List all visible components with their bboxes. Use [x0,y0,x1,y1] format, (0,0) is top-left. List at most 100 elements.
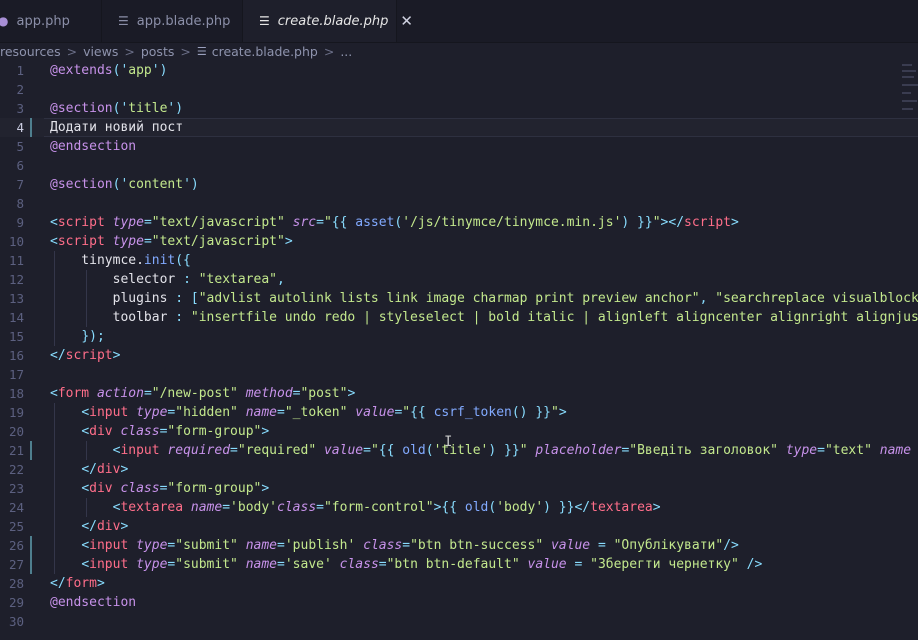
code-line[interactable]: 20 <div class="form-group"> [0,422,918,441]
code-token: "advlist autolink lists link image charm… [198,291,700,306]
code-line[interactable]: 26 <input type="submit" name='publish' c… [0,536,918,555]
code-token: ) }} [621,215,653,230]
code-line[interactable]: 17 [0,365,918,384]
code-token: "form-group" [167,424,262,439]
code-token: < [81,538,90,553]
code-token: = [277,405,285,420]
code-line[interactable]: 23 <div class="form-group"> [0,479,918,498]
indent-guide [54,251,55,346]
breadcrumb-item-more[interactable]: ... [340,44,352,59]
code-line[interactable]: 6 [0,156,918,175]
breadcrumb-item-file[interactable]: create.blade.php [212,44,318,59]
code-line[interactable]: 25 </div> [0,517,918,536]
code-line[interactable]: 13 plugins : ["advlist autolink lists li… [0,289,918,308]
code-text: <textarea name='body'class="form-control… [50,498,661,517]
code-line[interactable]: 21 <input required="required" value="{{ … [0,441,918,460]
code-token: "text/javascript" [151,215,285,230]
minimap[interactable] [902,62,918,122]
tab-bar: ● app.php ☰ app.blade.php ☰ create.blade… [0,0,918,43]
code-token: form [57,386,90,401]
code-token: "insertfile undo redo | styleselect | bo… [190,310,918,325]
code-token: div [96,519,121,534]
line-number: 10 [8,234,24,249]
breadcrumb-item-resources[interactable]: resources [0,44,61,59]
code-line[interactable]: 14 toolbar : "insertfile undo redo | sty… [0,308,918,327]
code-token: name [245,557,278,572]
code-line[interactable]: 8 [0,194,918,213]
line-number: 28 [8,576,24,591]
code-token: > [261,481,270,496]
code-token: "required" [237,443,317,458]
code-line[interactable]: 22 </div> [0,460,918,479]
line-number: 21 [8,443,24,458]
code-line[interactable]: 12 selector : "textarea", [0,270,918,289]
line-number: 23 [8,481,24,496]
code-text: <div class="form-group"> [50,479,269,498]
code-line[interactable]: 27 <input type="submit" name='save' clas… [0,555,918,574]
code-line[interactable]: 4 Додати новий пост [0,118,918,137]
line-number: 22 [8,462,24,477]
indent-guide [54,403,55,574]
code-token: toolbar [50,310,176,325]
close-icon[interactable]: ✕ [400,12,413,30]
code-token: script [57,215,105,230]
code-text: @endsection [50,137,136,156]
code-token: selector [50,272,184,287]
code-line[interactable]: 30 [0,612,918,631]
code-token: @endsection [50,595,137,610]
code-line[interactable]: 10 <script type="text/javascript"> [0,232,918,251]
line-number: 15 [8,329,24,344]
code-text: @extends('app') [50,61,167,80]
code-line[interactable]: 29 @endsection [0,593,918,612]
modified-line-marker [30,536,32,555]
tab-app-blade[interactable]: ☰ app.blade.php [102,0,243,42]
code-token: > [284,234,293,249]
code-line[interactable]: 15 }); [0,327,918,346]
indent-guide [86,498,87,517]
code-token: "_token" [284,405,348,420]
code-token: > [558,405,567,420]
code-token: value [323,443,364,458]
code-token: "btn btn-success" [410,538,544,553]
code-token: > [120,519,129,534]
code-token: required [167,443,231,458]
code-line[interactable]: 9 <script type="text/javascript" src="{{ … [0,213,918,232]
code-token: > [120,462,129,477]
code-line[interactable]: 28 </form> [0,574,918,593]
code-token: ) }}</ [543,500,591,515]
code-token: placeholder [535,443,622,458]
code-token: /> [746,557,763,572]
code-token: plugins [50,291,176,306]
code-line[interactable]: 3 @section('title') [0,99,918,118]
breadcrumb-item-posts[interactable]: posts [141,44,175,59]
code-line[interactable]: 2 [0,80,918,99]
code-token: ') [151,63,168,78]
line-number: 9 [16,215,24,230]
code-editor[interactable]: 1 @extends('app') 2 3 @section('title') 4 Дода… [0,60,918,640]
code-line[interactable]: 19 <input type="hidden" name="_token" va… [0,403,918,422]
code-token: " [323,215,332,230]
line-number: 3 [16,101,24,116]
line-number: 6 [16,158,24,173]
code-line[interactable]: 7 @section('content') [0,175,918,194]
modified-line-marker [30,555,32,574]
code-token: < [81,557,90,572]
tab-app-php[interactable]: ● app.php [0,0,102,42]
code-line[interactable]: 16 </script> [0,346,918,365]
tab-create-blade[interactable]: ☰ create.blade.php ✕ [243,0,413,42]
code-line[interactable]: 18 <form action="/new-post" method="post"… [0,384,918,403]
code-line[interactable]: 5 @endsection [0,137,918,156]
line-number: 17 [8,367,24,382]
code-line[interactable]: 24 <textarea name='body'class="form-cont… [0,498,918,517]
code-line[interactable]: 11 tinymce.init({ [0,251,918,270]
breadcrumb-item-views[interactable]: views [83,44,118,59]
code-token: "searchreplace visualblock [715,291,918,306]
code-line[interactable]: 1 @extends('app') [0,61,918,80]
